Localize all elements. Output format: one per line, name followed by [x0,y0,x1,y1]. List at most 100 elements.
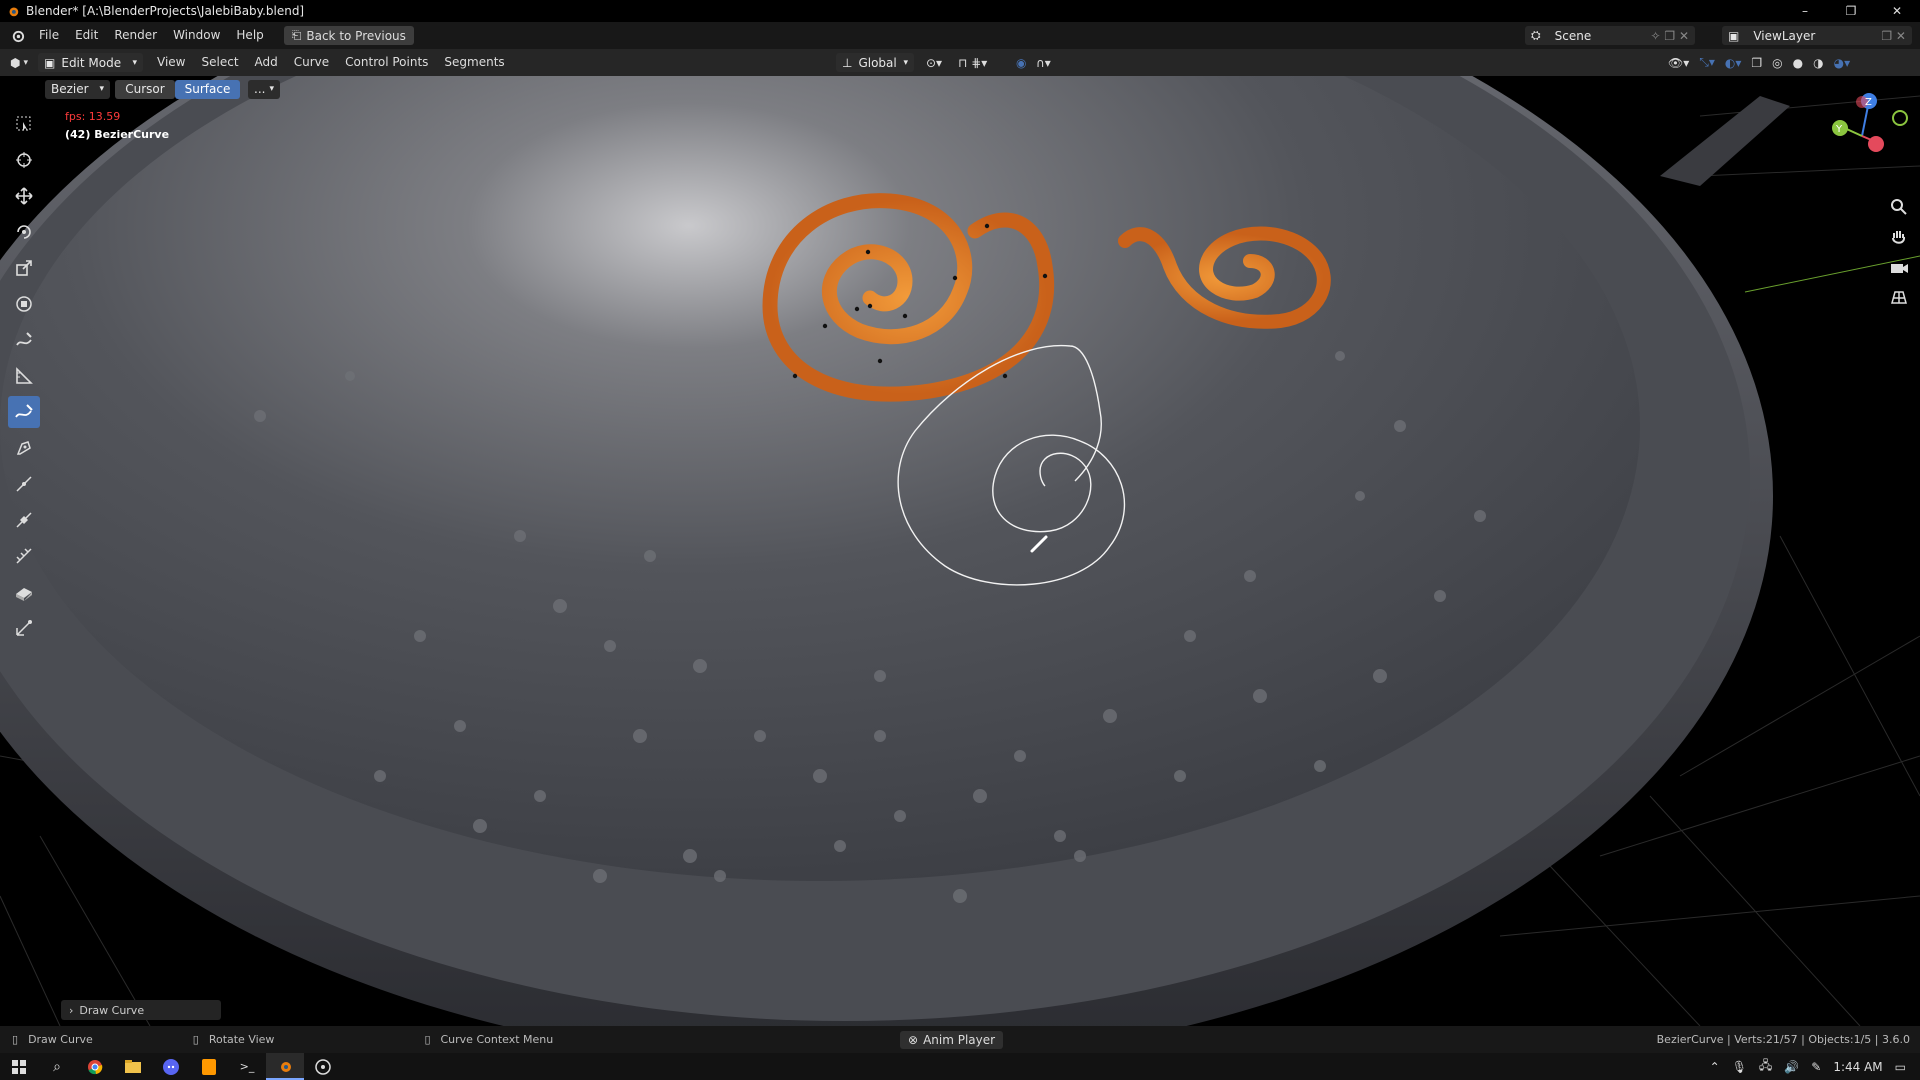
tilt-icon [16,548,32,564]
select-box-tool[interactable] [8,108,40,140]
annotate-tool[interactable] [8,324,40,356]
blender-logo-icon [9,7,19,17]
depth-cursor-button[interactable]: Cursor [115,79,175,99]
system-tray: ⌃ 🎙 🖧 🔊 ✎ 1:44 AM ▭ [1710,1053,1920,1080]
pin-icon: ✧ ❐ ✕ [1650,28,1690,43]
move-tool[interactable] [8,180,40,212]
clock[interactable]: 1:44 AM [1833,1060,1882,1074]
menu-select[interactable]: Select [194,49,247,76]
falloff-icon[interactable]: ∩▾ [1036,56,1051,70]
mode-selector[interactable]: ▣ Edit Mode ▾ [38,53,144,72]
mouse-left-icon: ▯ [12,1033,19,1046]
pan-view-icon[interactable] [1888,226,1910,248]
wireframe-shading-icon[interactable]: ◎ [1772,56,1782,70]
overlays-icon[interactable]: ◐▾ [1725,56,1742,70]
menu-curve[interactable]: Curve [286,49,337,76]
edit-mode-icon: ▣ [44,55,56,70]
tweak-tool[interactable] [8,468,40,500]
menu-segments[interactable]: Segments [436,49,512,76]
chrome-icon[interactable] [76,1053,114,1080]
extrude-tool[interactable] [8,576,40,608]
pivot-point-icon[interactable]: ⊙▾ [926,56,942,70]
anim-player-label: Anim Player [923,1032,996,1047]
cursor-tool[interactable] [8,144,40,176]
mode-label: Edit Mode [61,55,122,70]
menu-file[interactable]: File [31,22,67,49]
blender-taskbar-icon[interactable] [266,1053,304,1080]
snap-icon[interactable]: ⊓ ⋕▾ [958,56,987,70]
rendered-shading-icon[interactable]: ◕▾ [1834,56,1851,70]
randomize-icon [16,620,32,636]
transform-tool[interactable] [8,288,40,320]
perspective-toggle-icon[interactable] [1888,286,1910,308]
blender-menu-icon[interactable] [10,28,25,43]
menu-window[interactable]: Window [165,22,228,49]
chevron-up-icon[interactable]: ⌃ [1710,1060,1720,1074]
last-operator-panel[interactable]: › Draw Curve [61,1000,221,1020]
restore-button[interactable]: ❐ [1828,0,1874,22]
3d-viewport[interactable]: Z Y fps: 13.59 (42) BezierCurve › Draw C… [0,76,1920,1026]
terminal-icon[interactable]: >_ [228,1053,266,1080]
depth-surface-button[interactable]: Surface [175,79,240,99]
chevron-down-icon: ▾ [269,84,274,94]
zoom-view-icon[interactable] [1888,196,1910,218]
rotate-icon [17,225,31,239]
menu-add[interactable]: Add [247,49,286,76]
transform-icon [16,296,32,312]
gizmo-toggle-icon[interactable]: ⤡▾ [1699,55,1715,70]
back-to-previous-button[interactable]: ⎗ Back to Previous [283,26,414,45]
camera-view-icon[interactable] [1888,256,1910,278]
more-options-button[interactable]: ... ▾ [248,79,280,99]
proportional-edit-icon[interactable]: ◉ [1016,56,1026,70]
scale-icon [16,260,32,276]
minimize-button[interactable]: – [1782,0,1828,22]
viewlayer-selector[interactable]: ▣ ViewLayer ❐ ✕ [1722,26,1912,45]
notifications-icon[interactable]: ▭ [1895,1060,1906,1074]
pen-icon [16,441,31,455]
last-operator-label: Draw Curve [79,1003,145,1017]
network-icon[interactable]: 🖧 [1759,1056,1772,1077]
anim-player-button[interactable]: ⊗ Anim Player [900,1030,1004,1049]
scene-name: Scene [1554,28,1592,43]
menu-render[interactable]: Render [106,22,165,49]
curve-type-selector[interactable]: Bezier ▾ [45,79,110,99]
microphone-icon[interactable]: 🎙 [1732,1060,1747,1074]
sublime-icon[interactable] [190,1053,228,1080]
transform-orientation-selector[interactable]: ⊥ Global ▾ [836,53,914,72]
pen-tool[interactable] [8,432,40,464]
3d-viewport-icon: ⬢ [10,55,21,70]
volume-icon[interactable]: 🔊 [1784,1060,1799,1074]
radius-tool[interactable] [8,504,40,536]
file-explorer-icon[interactable] [114,1053,152,1080]
search-icon[interactable]: ⌕ [38,1053,76,1080]
randomize-tool[interactable] [8,612,40,644]
obs-icon[interactable] [304,1053,342,1080]
pen-tray-icon[interactable]: ✎ [1811,1060,1821,1074]
draw-curve-tool[interactable] [8,396,40,428]
material-shading-icon[interactable]: ◑ [1813,56,1823,70]
scene-selector[interactable]: ⛭ Scene ✧ ❐ ✕ [1525,26,1695,45]
menu-control-points[interactable]: Control Points [337,49,436,76]
menu-edit[interactable]: Edit [67,22,106,49]
status-middle-hint: Rotate View [208,1033,275,1046]
chevron-right-icon: › [69,1003,74,1017]
object-info: (42) BezierCurve [65,128,170,141]
window-title: Blender* [A:\BlenderProjects\JalebiBaby.… [26,4,305,18]
visibility-icon[interactable]: 👁▾ [1668,56,1689,70]
chevron-down-icon: ▾ [99,84,104,94]
measure-icon [16,367,33,384]
measure-tool[interactable] [8,360,40,392]
move-icon [15,187,33,205]
close-button[interactable]: ✕ [1874,0,1920,22]
solid-shading-icon[interactable]: ● [1793,56,1803,70]
viewport-scene[interactable]: Z Y [0,76,1920,1026]
scale-tool[interactable] [8,252,40,284]
discord-icon[interactable] [152,1053,190,1080]
editor-type-selector[interactable]: ⬢ ▾ [10,56,28,70]
start-button[interactable] [0,1053,38,1080]
menu-help[interactable]: Help [228,22,271,49]
rotate-tool[interactable] [8,216,40,248]
menu-view[interactable]: View [149,49,193,76]
tilt-tool[interactable] [8,540,40,572]
xray-icon[interactable]: ❐ [1751,56,1762,70]
